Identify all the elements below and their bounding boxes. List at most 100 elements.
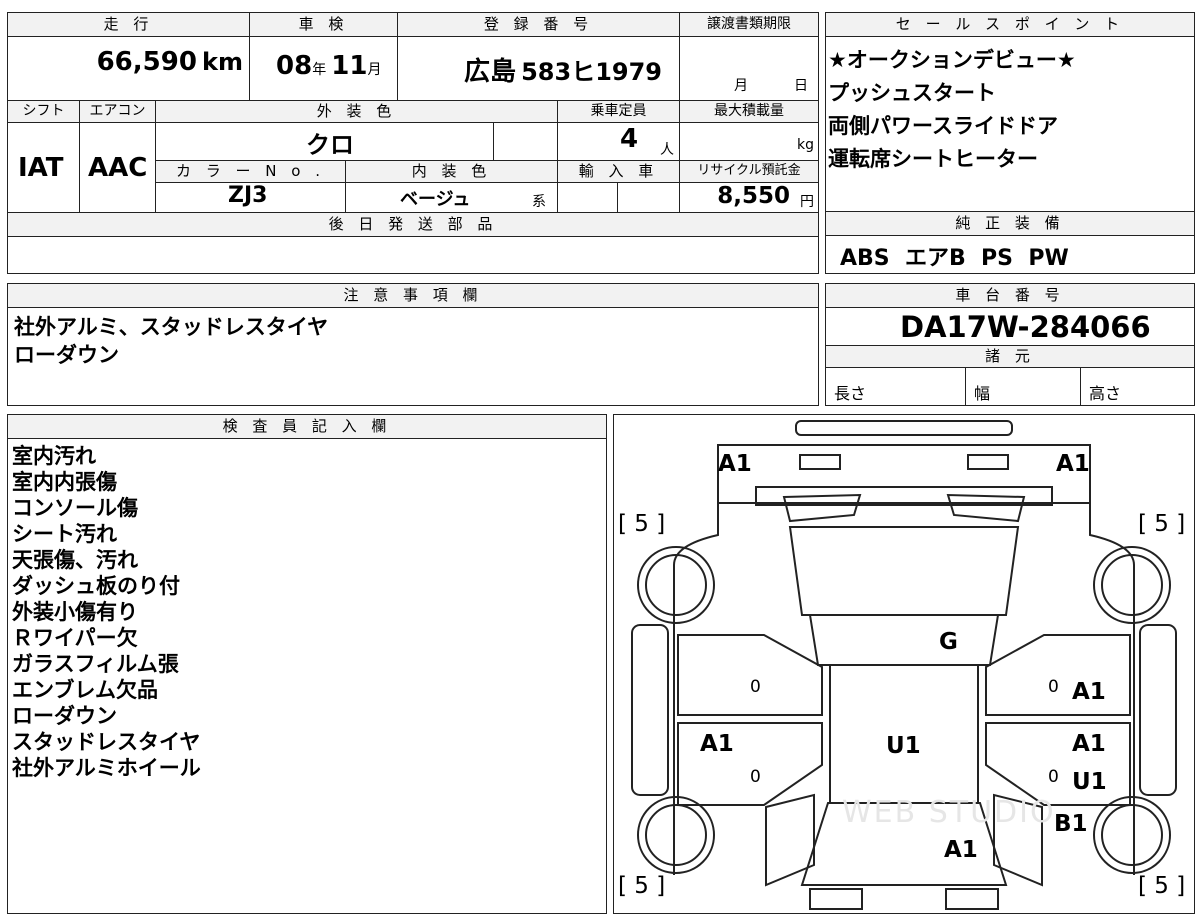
recycle-fee-cell: 8,550 円 <box>680 183 818 213</box>
recycle-fee-unit: 円 <box>800 194 814 210</box>
aircon-cell: AAC <box>80 123 156 213</box>
mileage-unit: km <box>202 48 243 76</box>
interior-color-cell: ベージュ 系 <box>346 183 558 213</box>
tire-front-right: [ 5 ] <box>1138 511 1186 537</box>
damage-windshield: G <box>939 629 958 655</box>
tire-rear-right: [ 5 ] <box>1138 873 1186 899</box>
zero-mark: 0 <box>750 767 761 787</box>
shift-header: シフト <box>8 101 80 123</box>
inspection-month: 11 <box>331 51 368 81</box>
tire-front-left: [ 5 ] <box>618 511 666 537</box>
deadline-month-unit: 月 <box>734 78 748 94</box>
transfer-deadline-header: 譲渡書類期限 <box>680 13 818 37</box>
left-sill-shape <box>631 624 669 796</box>
spec-length: 長さ <box>834 384 867 403</box>
wheel-rr-inner-shape <box>1101 804 1163 866</box>
car-diagram-box: A1 A1 [ 5 ] [ 5 ] [ 5 ] [ 5 ] G U1 A1 A1… <box>613 414 1195 914</box>
headlight-left-shape <box>799 454 841 470</box>
wheel-rl-inner-shape <box>645 804 707 866</box>
notes-line: 社外アルミ、スタッドレスタイヤ <box>14 315 329 339</box>
max-load-header: 最大積載量 <box>680 101 818 123</box>
zero-mark: 0 <box>1048 677 1059 697</box>
notes-header: 注 意 事 項 欄 <box>8 284 818 308</box>
chassis-box: 車 台 番 号 DA17W-284066 諸 元 長さ 幅 高さ <box>825 283 1195 406</box>
inspector-header: 検 査 員 記 入 欄 <box>8 415 606 439</box>
windshield-shape <box>788 526 1020 616</box>
specs-header: 諸 元 <box>826 346 1194 368</box>
cowl-shape <box>808 614 1000 666</box>
inspector-line: Ｒワイパー欠 <box>12 626 138 650</box>
rear-lamp-left-shape <box>809 888 863 910</box>
notes-line: ローダウン <box>14 343 119 367</box>
inspection-cell: 08年 11月 <box>250 37 398 101</box>
wheel-fr-inner-shape <box>1101 554 1163 616</box>
exterior-color-value: クロ <box>306 131 354 159</box>
inspector-line: スタッドレスタイヤ <box>12 730 201 754</box>
aircon-value: AAC <box>88 153 148 183</box>
mileage-value: 66,590 <box>96 47 197 77</box>
right-sill-shape <box>1139 624 1177 796</box>
damage-rear: A1 <box>944 837 978 863</box>
zero-mark: 0 <box>750 677 761 697</box>
notes-list: 社外アルミ、スタッドレスタイヤ ローダウン <box>14 314 328 368</box>
inspector-box: 検 査 員 記 入 欄 室内汚れ 室内内張傷 コンソール傷 シート汚れ 天張傷、… <box>7 414 607 914</box>
watermark: WEB STUDIO <box>842 795 1056 830</box>
interior-color-header: 内 装 色 <box>346 161 558 183</box>
import-cell-a <box>558 183 618 213</box>
car-diagram <box>631 420 1177 910</box>
exterior-color-cell: クロ <box>156 123 494 161</box>
rear-lamp-right-shape <box>945 888 999 910</box>
vehicle-info-table: 走 行 車 検 登 録 番 号 譲渡書類期限 66,590 km 08年 11月… <box>7 12 819 274</box>
exterior-color-header: 外 装 色 <box>156 101 558 123</box>
mileage-cell: 66,590 km <box>8 37 250 101</box>
inspector-line: コンソール傷 <box>12 496 138 520</box>
wheel-rl-shape <box>637 796 715 874</box>
sales-point-item: プッシュスタート <box>828 81 996 105</box>
chassis-number-cell: DA17W-284066 <box>826 308 1194 346</box>
damage-right-rear-door-u: U1 <box>1072 769 1107 795</box>
max-load-unit: kg <box>797 137 814 153</box>
damage-front-right: A1 <box>1056 451 1090 477</box>
color-no-header: カ ラ ー N o . <box>156 161 346 183</box>
import-header: 輸 入 車 <box>558 161 680 183</box>
inspector-line: ガラスフィルム張 <box>12 652 179 676</box>
spec-width: 幅 <box>974 384 991 403</box>
later-parts-cell <box>8 237 818 273</box>
color-no-value: ZJ3 <box>228 183 268 208</box>
chassis-number-value: DA17W-284066 <box>900 310 1151 344</box>
notes-box: 注 意 事 項 欄 社外アルミ、スタッドレスタイヤ ローダウン <box>7 283 819 406</box>
headlight-right-shape <box>967 454 1009 470</box>
plate-region: 広島 <box>464 57 517 87</box>
inspector-line: ダッシュ板のり付 <box>12 574 180 598</box>
sales-point-item: 運転席シートヒーター <box>828 147 1038 171</box>
registration-header: 登 録 番 号 <box>398 13 680 37</box>
sales-point-item: ★オークションデビュー★ <box>828 48 1076 72</box>
exterior-color-extra <box>494 123 558 161</box>
front-bumper-shape <box>795 420 1013 436</box>
damage-right-rear-quarter: B1 <box>1054 811 1088 837</box>
right-front-door-shape <box>985 634 1131 716</box>
capacity-unit: 人 <box>660 142 674 158</box>
spec-height: 高さ <box>1089 384 1122 403</box>
spec-height-cell: 高さ <box>1081 368 1194 405</box>
inspector-line: エンブレム欠品 <box>12 678 158 702</box>
sales-point-header: セ ー ル ス ポ イ ン ト <box>826 13 1194 37</box>
inspector-line: 室内汚れ <box>12 444 96 468</box>
damage-front-left: A1 <box>718 451 752 477</box>
color-no-cell: ZJ3 <box>156 183 346 213</box>
shift-value: IAT <box>18 153 64 183</box>
registration-cell: 広島 583ヒ1979 <box>398 37 680 101</box>
deadline-day-unit: 日 <box>794 78 808 94</box>
chassis-number-header: 車 台 番 号 <box>826 284 1194 308</box>
year-unit: 年 <box>312 62 327 78</box>
recycle-fee-header: リサイクル預託金 <box>680 161 818 183</box>
month-unit: 月 <box>367 62 382 78</box>
inspector-line: 外装小傷有り <box>12 600 138 624</box>
left-front-door-shape <box>677 634 823 716</box>
spec-length-cell: 長さ <box>826 368 966 405</box>
inspection-header: 車 検 <box>250 13 398 37</box>
import-cell-b <box>618 183 680 213</box>
tire-rear-left: [ 5 ] <box>618 873 666 899</box>
inspector-line: 天張傷、汚れ <box>12 548 138 572</box>
sales-point-item: 両側パワースライドドア <box>828 114 1058 138</box>
